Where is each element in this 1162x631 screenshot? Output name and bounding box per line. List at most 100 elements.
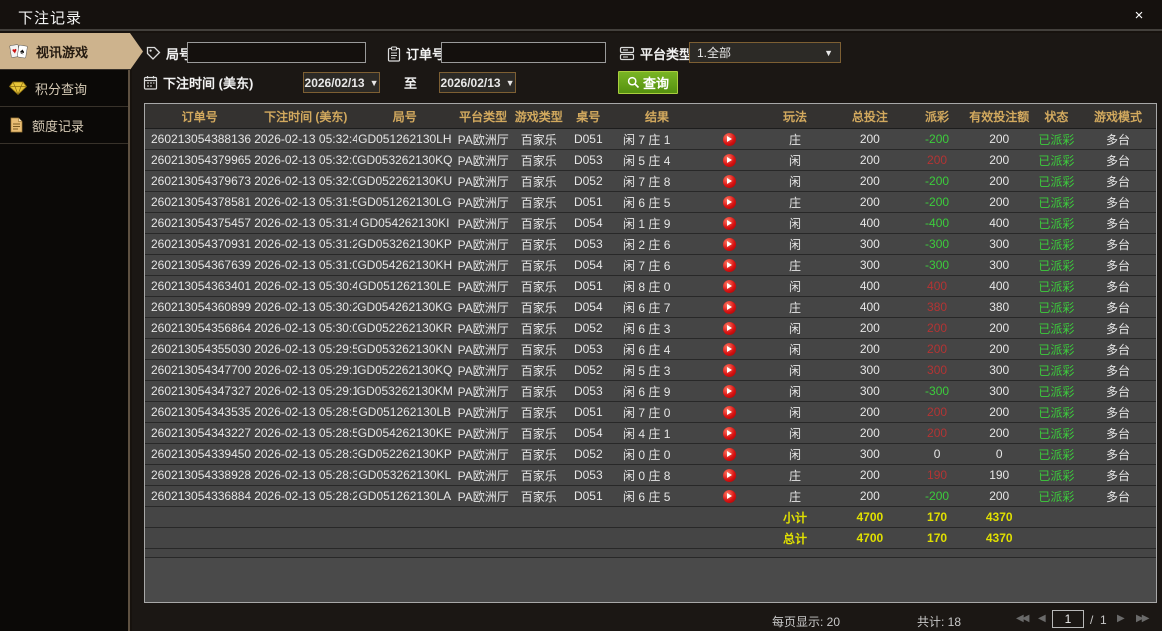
round-id-label-group: 局号 bbox=[146, 44, 192, 63]
sidebar-item-video-games[interactable]: ♥ ♠ 视讯游戏 bbox=[0, 33, 143, 70]
total-bet: 400 bbox=[859, 216, 880, 230]
total-bet: 400 bbox=[859, 279, 880, 293]
result: 闲 0 庄 8 bbox=[623, 468, 671, 483]
total-bet: 300 bbox=[859, 237, 880, 251]
play-cell bbox=[701, 360, 758, 380]
order-id: 260213054370931 bbox=[151, 237, 252, 251]
order-id-input[interactable] bbox=[441, 42, 606, 63]
bet-type: 闲 bbox=[789, 153, 802, 168]
game-mode: 多台 bbox=[1106, 237, 1131, 252]
page-number-input[interactable]: 1 bbox=[1052, 610, 1084, 628]
close-icon[interactable]: × bbox=[1128, 6, 1150, 26]
game-mode: 多台 bbox=[1106, 468, 1131, 483]
status: 已派彩 bbox=[1038, 447, 1075, 462]
pagination-bar: 每页显示: 20 共计: 18 ◀◀ ◀ 1 / 1 ▶ ▶▶ bbox=[132, 609, 1162, 631]
date-to-picker[interactable]: 2026/02/13 ▼ bbox=[439, 72, 516, 93]
payout: 0 bbox=[933, 447, 941, 461]
result: 闲 2 庄 6 bbox=[623, 237, 671, 252]
column-header-total-bet: 总投注 bbox=[851, 109, 888, 124]
table-number: D051 bbox=[573, 405, 603, 419]
valid-bet: 400 bbox=[989, 279, 1010, 293]
first-page-icon[interactable]: ◀◀ bbox=[1016, 613, 1029, 624]
total-bet: 200 bbox=[859, 195, 880, 209]
total-bet: 300 bbox=[859, 258, 880, 272]
play-video-icon[interactable] bbox=[722, 300, 736, 314]
play-video-icon[interactable] bbox=[722, 447, 736, 461]
play-video-icon[interactable] bbox=[722, 258, 736, 272]
sidebar-item-credit-records[interactable]: 额度记录 bbox=[0, 107, 128, 144]
totals-label: 小计 bbox=[783, 510, 808, 525]
play-video-icon[interactable] bbox=[722, 321, 736, 335]
round-id-input[interactable] bbox=[187, 42, 366, 63]
game-type bbox=[514, 528, 564, 548]
total-count-label: 共计: 18 bbox=[917, 615, 962, 629]
bet-type: 闲 bbox=[789, 237, 802, 252]
last-page-icon[interactable]: ▶▶ bbox=[1136, 613, 1149, 624]
round-id bbox=[357, 528, 452, 548]
platform-type-select[interactable]: 1.全部 ▼ bbox=[689, 42, 841, 63]
table-number: D051 bbox=[573, 279, 603, 293]
play-video-icon[interactable] bbox=[722, 384, 736, 398]
play-video-icon[interactable] bbox=[722, 195, 736, 209]
table-row: 260213054343227 2026-02-13 05:28:51 GD0542… bbox=[145, 423, 1156, 444]
chevron-down-icon: ▼ bbox=[824, 47, 833, 58]
valid-bet: 300 bbox=[989, 384, 1010, 398]
play-video-icon[interactable] bbox=[722, 405, 736, 419]
next-page-icon[interactable]: ▶ bbox=[1117, 613, 1125, 624]
valid-bet: 0 bbox=[995, 447, 1003, 461]
play-video-icon[interactable] bbox=[722, 342, 736, 356]
round-id: GD051262130LH bbox=[358, 132, 452, 146]
play-video-icon[interactable] bbox=[722, 489, 736, 503]
platform-type: PA欧洲厅 bbox=[457, 405, 509, 420]
play-video-icon[interactable] bbox=[722, 468, 736, 482]
play-cell bbox=[701, 150, 758, 170]
valid-bet: 200 bbox=[989, 405, 1010, 419]
search-button[interactable]: 查询 bbox=[618, 71, 679, 94]
play-cell bbox=[701, 486, 758, 506]
clipboard-icon bbox=[387, 45, 401, 62]
sidebar-item-points-query[interactable]: 积分查询 bbox=[0, 70, 128, 107]
table-row: 260213054336884 2026-02-13 05:28:21 GD0512… bbox=[145, 486, 1156, 507]
play-video-icon[interactable] bbox=[722, 237, 736, 251]
date-from-picker[interactable]: 2026/02/13 ▼ bbox=[303, 72, 380, 93]
platform-type: PA欧洲厅 bbox=[457, 153, 509, 168]
play-video-icon[interactable] bbox=[722, 153, 736, 167]
platform-type: PA欧洲厅 bbox=[457, 426, 509, 441]
game-mode bbox=[1081, 528, 1155, 548]
total-bet: 200 bbox=[859, 174, 880, 188]
document-icon bbox=[10, 117, 23, 133]
play-video-icon[interactable] bbox=[722, 363, 736, 377]
table-number: D053 bbox=[573, 153, 603, 167]
table-number: D052 bbox=[573, 363, 603, 377]
play-video-icon[interactable] bbox=[722, 216, 736, 230]
status: 已派彩 bbox=[1038, 468, 1075, 483]
play-video-icon[interactable] bbox=[722, 132, 736, 146]
total-bet: 200 bbox=[859, 132, 880, 146]
payout: 200 bbox=[927, 321, 948, 335]
order-id: 260213054388136 bbox=[151, 132, 252, 146]
total-bet: 300 bbox=[859, 447, 880, 461]
bet-time: 2026-02-13 05:28:51 bbox=[254, 426, 358, 440]
play-video-icon[interactable] bbox=[722, 426, 736, 440]
play-cell bbox=[701, 423, 758, 443]
table-header-row: 订单号 下注时间 (美东) 局号 平台类型 游戏类型 桌号 结果 玩法 总投注 派彩 有效投注额 状态… bbox=[145, 104, 1156, 129]
play-video-icon[interactable] bbox=[722, 174, 736, 188]
total-bet: 4700 bbox=[856, 510, 884, 524]
platform-type: PA欧洲厅 bbox=[457, 384, 509, 399]
bet-type: 闲 bbox=[789, 342, 802, 357]
round-id: GD054262130KE bbox=[357, 426, 452, 440]
bet-type: 闲 bbox=[789, 321, 802, 336]
round-id: GD053262130KM bbox=[357, 384, 453, 398]
bet-time: 2026-02-13 05:31:42 bbox=[254, 216, 358, 230]
play-cell bbox=[701, 129, 758, 149]
order-id: 260213054367639 bbox=[151, 258, 252, 272]
bet-type: 闲 bbox=[789, 279, 802, 294]
table-row: 260213054355030 2026-02-13 05:29:55 GD0532… bbox=[145, 339, 1156, 360]
valid-bet: 400 bbox=[989, 216, 1010, 230]
prev-page-icon[interactable]: ◀ bbox=[1038, 613, 1046, 624]
tag-icon bbox=[146, 46, 161, 60]
bet-time: 2026-02-13 05:32:49 bbox=[254, 132, 358, 146]
play-video-icon[interactable] bbox=[722, 279, 736, 293]
platform-type: PA欧洲厅 bbox=[457, 363, 509, 378]
table-row: 260213054356864 2026-02-13 05:30:04 GD0522… bbox=[145, 318, 1156, 339]
